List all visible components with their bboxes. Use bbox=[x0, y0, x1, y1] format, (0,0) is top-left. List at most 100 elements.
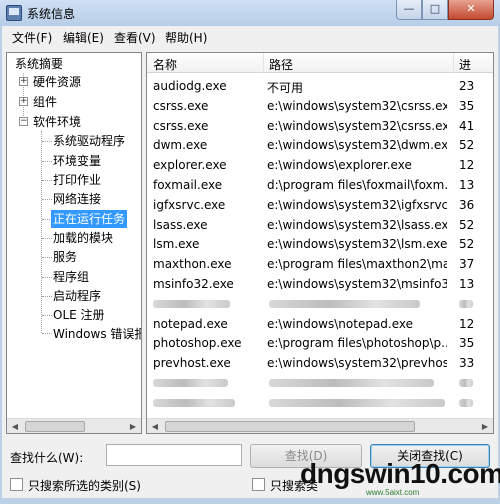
expand-hardware-icon[interactable]: + bbox=[19, 77, 28, 86]
close-button[interactable]: ✕ bbox=[448, 0, 494, 20]
search-selected-category-checkbox[interactable] bbox=[10, 478, 23, 491]
column-header-pid[interactable]: 进 bbox=[459, 56, 471, 73]
table-row[interactable]: lsm.exe e:\windows\system32\lsm.exe 52 bbox=[147, 234, 493, 254]
menu-edit[interactable]: 编辑(E) bbox=[63, 29, 104, 46]
tree-item-environment-variables[interactable]: 环境变量 bbox=[51, 152, 103, 170]
table-row[interactable]: csrss.exe e:\windows\system32\csrss.exe 41 bbox=[147, 116, 493, 136]
cell-process-id: 23 bbox=[459, 79, 475, 93]
search-selected-category-label: 只搜索所选的类别(S) bbox=[28, 479, 141, 493]
cell-process-id: 41 bbox=[459, 118, 475, 133]
maximize-button[interactable]: □ bbox=[422, 0, 448, 20]
tree-item-software-environment[interactable]: 软件环境 bbox=[31, 113, 83, 131]
menu-view[interactable]: 查看(V) bbox=[114, 29, 156, 46]
window-title: 系统信息 bbox=[27, 7, 76, 21]
cell-process-id: 35 bbox=[459, 336, 475, 351]
cell-process-name: igfxsrvc.exe bbox=[153, 197, 226, 212]
table-row[interactable]: lsass.exe e:\windows\system32\lsass.exe 52 bbox=[147, 215, 493, 235]
tree-item-system-drivers[interactable]: 系统驱动程序 bbox=[51, 132, 127, 150]
search-category-names-checkbox[interactable] bbox=[252, 478, 265, 491]
tree-item-hardware-resources[interactable]: 硬件资源 bbox=[31, 73, 83, 91]
list-header: 名称 路径 进 bbox=[147, 53, 493, 73]
cell-process-id: 52 bbox=[459, 237, 475, 252]
column-divider[interactable] bbox=[263, 53, 264, 73]
minimize-button[interactable]: — bbox=[396, 0, 422, 20]
cell-process-id: 37 bbox=[459, 257, 475, 272]
table-row[interactable]: csrss.exe e:\windows\system32\csrss.exe 35 bbox=[147, 96, 493, 116]
table-row[interactable] bbox=[147, 294, 493, 314]
scroll-left-arrow-icon[interactable]: ◀ bbox=[7, 419, 23, 433]
scroll-right-arrow-icon[interactable]: ▶ bbox=[125, 419, 141, 433]
scroll-left-arrow-icon[interactable]: ◀ bbox=[147, 419, 163, 433]
table-row[interactable]: notepad.exe e:\windows\notepad.exe 12 bbox=[147, 314, 493, 334]
cell-process-path: e:\program files\maxthon2\ma... bbox=[267, 257, 447, 272]
tree-item-startup-programs[interactable]: 启动程序 bbox=[51, 287, 103, 305]
table-row[interactable]: explorer.exe e:\windows\explorer.exe 12 bbox=[147, 155, 493, 175]
column-divider[interactable] bbox=[453, 53, 454, 73]
table-row[interactable]: dwm.exe e:\windows\system32\dwm.exe 52 bbox=[147, 135, 493, 155]
tree-item-system-summary[interactable]: 系统摘要 bbox=[13, 55, 65, 73]
cell-process-id: 52 bbox=[459, 217, 475, 232]
table-row[interactable]: photoshop.exe e:\program files\photoshop\… bbox=[147, 333, 493, 353]
column-header-name[interactable]: 名称 bbox=[153, 56, 177, 73]
find-what-input[interactable] bbox=[106, 444, 242, 466]
obscured-cell bbox=[459, 379, 473, 387]
cell-process-name: prevhost.exe bbox=[153, 356, 231, 371]
expand-components-icon[interactable]: + bbox=[19, 97, 28, 106]
tree-item-components[interactable]: 组件 bbox=[31, 93, 59, 111]
tree-item-services[interactable]: 服务 bbox=[51, 248, 79, 266]
cell-process-id: 33 bbox=[459, 356, 475, 371]
cell-process-path: e:\windows\system32\prevhos... bbox=[267, 356, 447, 371]
cell-process-id: 12 bbox=[459, 316, 475, 331]
tree-scroll-thumb[interactable] bbox=[25, 421, 85, 432]
table-row[interactable]: igfxsrvc.exe e:\windows\system32\igfxsrvc… bbox=[147, 195, 493, 215]
tree-item-loaded-modules[interactable]: 加载的模块 bbox=[51, 229, 115, 247]
list-horizontal-scrollbar[interactable]: ◀ ▶ bbox=[147, 418, 493, 433]
tree-item-print-jobs[interactable]: 打印作业 bbox=[51, 171, 103, 189]
menu-file[interactable]: 文件(F) bbox=[12, 29, 52, 46]
running-tasks-list[interactable]: 名称 路径 进 audiodg.exe 不可用 23 csrss.exe e:\wind… bbox=[146, 52, 494, 434]
table-row[interactable]: msinfo32.exe e:\windows\system32\msinfo3.… bbox=[147, 274, 493, 294]
cell-process-name: csrss.exe bbox=[153, 118, 209, 133]
tree-item-program-groups[interactable]: 程序组 bbox=[51, 268, 91, 286]
tree-item-network-connections[interactable]: 网络连接 bbox=[51, 190, 103, 208]
table-row[interactable]: prevhost.exe e:\windows\system32\prevhos.… bbox=[147, 353, 493, 373]
list-scroll-thumb[interactable] bbox=[165, 421, 415, 432]
category-tree[interactable]: 系统摘要 + 硬件资源 + 组件 − 软件环境 系统驱动程序 环境变量 打印作业… bbox=[6, 52, 142, 434]
menu-bar: 文件(F) 编辑(E) 查看(V) 帮助(H) bbox=[2, 26, 498, 46]
obscured-cell bbox=[459, 398, 473, 407]
obscured-cell bbox=[153, 398, 235, 407]
obscured-cell bbox=[459, 299, 473, 308]
column-header-path[interactable]: 路径 bbox=[269, 56, 293, 73]
cell-process-path: e:\windows\system32\igfxsrvc.... bbox=[267, 197, 447, 212]
scroll-right-arrow-icon[interactable]: ▶ bbox=[477, 419, 493, 433]
cell-process-path: e:\windows\explorer.exe bbox=[267, 158, 412, 173]
cell-process-name: explorer.exe bbox=[153, 158, 227, 173]
collapse-software-icon[interactable]: − bbox=[19, 117, 28, 126]
tree-item-windows-error-reporting[interactable]: Windows 错误报 bbox=[51, 325, 141, 343]
table-row[interactable] bbox=[147, 393, 493, 413]
obscured-cell bbox=[269, 379, 434, 387]
system-info-app-icon bbox=[6, 5, 22, 21]
tree-item-running-tasks[interactable]: 正在运行任务 bbox=[51, 210, 128, 228]
table-row[interactable]: maxthon.exe e:\program files\maxthon2\ma.… bbox=[147, 254, 493, 274]
cell-process-path: e:\windows\system32\lsm.exe bbox=[267, 237, 447, 252]
menu-help[interactable]: 帮助(H) bbox=[165, 29, 207, 46]
tree-horizontal-scrollbar[interactable]: ◀ ▶ bbox=[7, 418, 141, 433]
watermark-subtext: www.5aixt.com bbox=[366, 488, 420, 497]
cell-process-name: msinfo32.exe bbox=[153, 277, 234, 291]
table-row[interactable] bbox=[147, 373, 493, 393]
cell-process-path: e:\windows\system32\csrss.exe bbox=[267, 98, 447, 113]
cell-process-path: e:\windows\system32\dwm.exe bbox=[267, 138, 447, 153]
table-row[interactable]: foxmail.exe d:\program files\foxmail\foxm… bbox=[147, 175, 493, 195]
cell-process-path: d:\program files\foxmail\foxm... bbox=[267, 178, 447, 192]
cell-process-id: 36 bbox=[459, 197, 475, 212]
find-what-label: 查找什么(W): bbox=[10, 451, 84, 465]
table-row[interactable]: audiodg.exe 不可用 23 bbox=[147, 76, 493, 96]
cell-process-name: csrss.exe bbox=[153, 98, 209, 113]
cell-process-path: e:\windows\notepad.exe bbox=[267, 316, 414, 331]
cell-process-name: maxthon.exe bbox=[153, 257, 232, 272]
cell-process-name: lsass.exe bbox=[153, 217, 208, 232]
cell-process-id: 13 bbox=[459, 277, 475, 291]
cell-process-path: e:\windows\system32\lsass.exe bbox=[267, 217, 447, 232]
tree-item-ole-registration[interactable]: OLE 注册 bbox=[51, 306, 107, 324]
